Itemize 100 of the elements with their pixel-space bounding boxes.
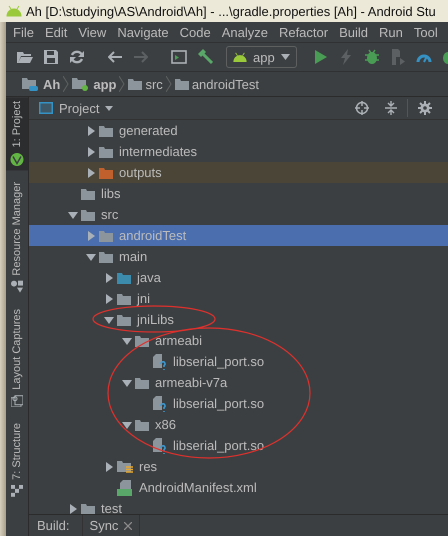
- close-icon[interactable]: [124, 522, 132, 530]
- bug-icon: [364, 49, 379, 65]
- folder-icon: [128, 78, 142, 90]
- tree-item-label: libserial_port.so: [173, 396, 264, 411]
- collapsed-arrow-icon[interactable]: [104, 462, 114, 472]
- expanded-arrow-icon[interactable]: [122, 336, 132, 346]
- unknown-file-icon: [153, 438, 167, 454]
- tree-row[interactable]: libserial_port.so: [29, 393, 448, 414]
- attach-icon: [390, 49, 405, 65]
- folder-icon: [135, 376, 149, 388]
- unknown-file-icon: [153, 354, 167, 370]
- collapsed-arrow-icon[interactable]: [86, 126, 96, 136]
- expanded-arrow-icon[interactable]: [86, 252, 96, 262]
- tree-row[interactable]: main: [29, 246, 448, 267]
- collapsed-arrow-icon[interactable]: [104, 272, 114, 282]
- collapsed-arrow-icon[interactable]: [104, 294, 114, 304]
- tool-window-tab[interactable]: Resource Manager: [6, 178, 28, 298]
- tree-row[interactable]: jni: [29, 288, 448, 309]
- tree-row[interactable]: res: [29, 456, 448, 477]
- settings-icon[interactable]: [418, 101, 432, 115]
- resource-folder-icon: [117, 460, 133, 474]
- tree-item-label: main: [119, 249, 148, 264]
- tree-item-label: armeabi-v7a: [155, 375, 228, 390]
- breadcrumb[interactable]: src: [128, 76, 163, 92]
- window-icon: [171, 50, 187, 64]
- folder-icon: [117, 272, 131, 284]
- folder-icon: [81, 208, 95, 220]
- tree-item-label: androidTest: [119, 228, 186, 243]
- folder-icon: [81, 188, 95, 200]
- chevron-icon: [63, 76, 70, 92]
- tree-row[interactable]: armeabi-v7a: [29, 372, 448, 393]
- expanded-arrow-icon[interactable]: [104, 314, 114, 324]
- tree-row[interactable]: jniLibs: [29, 309, 448, 330]
- bottom-tab[interactable]: Sync: [82, 515, 140, 536]
- menu-item[interactable]: Analyze: [222, 24, 268, 40]
- expanded-arrow-icon[interactable]: [122, 378, 132, 388]
- collapsed-arrow-icon[interactable]: [86, 168, 96, 178]
- window-title: Ah [D:\studying\AS\Android\Ah] - ...\gradle.properties [Ah] - Android Stu: [26, 4, 436, 18]
- expanded-arrow-icon[interactable]: [122, 420, 132, 430]
- folder-icon: [99, 230, 113, 242]
- run-config-dropdown[interactable]: app: [226, 46, 297, 68]
- tree-item-label: test: [101, 501, 122, 514]
- tree-row[interactable]: test: [29, 498, 448, 514]
- collapse-all-icon[interactable]: [385, 101, 397, 115]
- tool-window-tab[interactable]: Layout Captures: [6, 305, 28, 411]
- tree-row[interactable]: libserial_port.so: [29, 435, 448, 456]
- open-folder-icon: [17, 50, 33, 64]
- chevron-icon: [166, 76, 172, 92]
- tree-item-label: src: [101, 207, 118, 222]
- sync-icon: [70, 50, 84, 64]
- menu-item[interactable]: Tool: [414, 24, 438, 40]
- tree-item-label: AndroidManifest.xml: [139, 480, 257, 495]
- caret-icon: [105, 106, 114, 110]
- menu-item[interactable]: Run: [379, 24, 403, 40]
- caret-icon: [280, 54, 290, 60]
- collapsed-arrow-icon[interactable]: [86, 146, 96, 156]
- tree-item-label: libserial_port.so: [173, 354, 264, 369]
- menu-item[interactable]: Edit: [44, 24, 68, 40]
- tree-row[interactable]: java: [29, 267, 448, 288]
- menu-item[interactable]: Navigate: [117, 24, 169, 40]
- menu-item[interactable]: Code: [180, 24, 211, 40]
- collapsed-arrow-icon[interactable]: [68, 504, 78, 514]
- hammer-icon: [197, 49, 213, 65]
- tool-window-tab[interactable]: 1: Project: [6, 97, 28, 170]
- breadcrumb[interactable]: app: [72, 76, 116, 92]
- locate-icon[interactable]: [355, 101, 369, 115]
- tree-row[interactable]: libs: [29, 183, 448, 204]
- expanded-arrow-icon[interactable]: [68, 210, 78, 220]
- breadcrumb[interactable]: Ah: [22, 76, 60, 92]
- folder-icon: [99, 146, 113, 158]
- tree-item-label: res: [139, 459, 158, 474]
- menu-item[interactable]: Refactor: [278, 24, 328, 40]
- build-label: Build:: [36, 518, 71, 533]
- tree-row[interactable]: AndroidManifest.xml: [29, 477, 448, 498]
- folder-icon: [117, 314, 131, 326]
- back-arrow-icon: [108, 51, 122, 63]
- tree-item-label: libserial_port.so: [173, 438, 264, 453]
- tree-row[interactable]: armeabi: [29, 330, 448, 351]
- tool-window-tab[interactable]: 7: Structure: [6, 418, 28, 501]
- folder-icon: [99, 166, 113, 178]
- manifest-file-icon: [117, 480, 133, 496]
- project-view-dropdown[interactable]: Project: [39, 100, 114, 116]
- tree-row[interactable]: generated: [29, 120, 448, 141]
- window-icon: [39, 102, 53, 114]
- menu-item[interactable]: View: [78, 24, 106, 40]
- breadcrumb[interactable]: androidTest: [174, 76, 260, 92]
- tree-row[interactable]: outputs: [29, 162, 448, 183]
- tree-item-label: jniLibs: [137, 312, 174, 327]
- tree-row[interactable]: libserial_port.so: [29, 351, 448, 372]
- save-icon: [44, 50, 58, 64]
- chevron-icon: [119, 76, 126, 92]
- shapes-icon: [11, 281, 23, 294]
- menu-item[interactable]: File: [13, 24, 34, 40]
- menu-item[interactable]: Build: [339, 24, 368, 40]
- lightning-icon: [340, 49, 351, 65]
- tree-row[interactable]: src: [29, 204, 448, 225]
- tree-row[interactable]: x86: [29, 414, 448, 435]
- tree-row[interactable]: intermediates: [29, 141, 448, 162]
- unknown-file-icon: [153, 396, 167, 412]
- structure-icon: [11, 484, 23, 497]
